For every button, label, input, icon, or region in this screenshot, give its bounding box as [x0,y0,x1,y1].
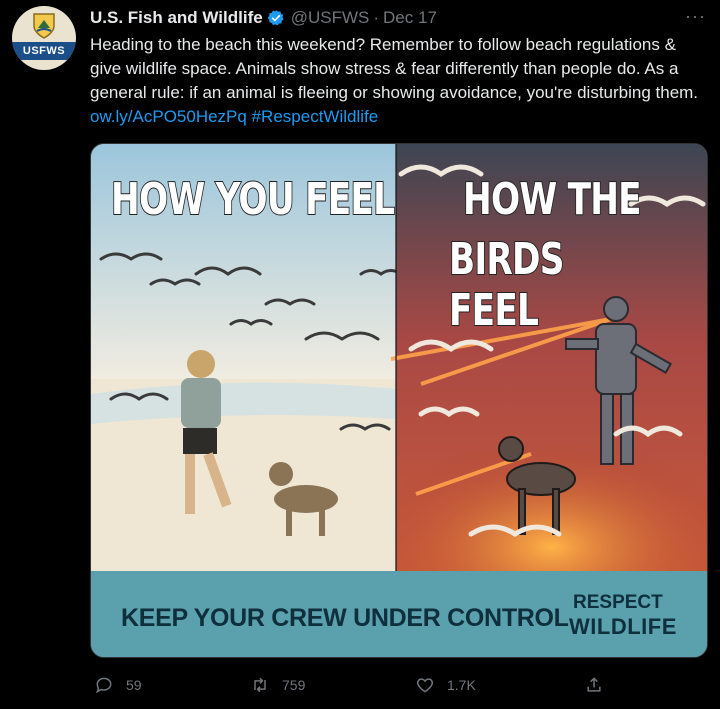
image-footer-text: KEEP YOUR CREW UNDER CONTROL [121,604,569,632]
avatar-label: USFWS [12,42,76,60]
share-icon [587,677,601,692]
tweet-link[interactable]: ow.ly/AcPO50HezPq [90,107,247,126]
retweet-icon [254,677,266,693]
usfws-shield-icon [33,13,55,39]
like-action[interactable]: 1.7K [415,670,476,700]
right-headline-line2: BIRDS FEEL [448,233,565,337]
tweet-image[interactable]: HOW YOU FEEL HOW THE BIRDS FEEL KEEP YOU… [90,143,708,658]
tweet-header: U.S. Fish and Wildlife @USFWS · Dec 17 ·… [90,6,706,30]
left-headline: HOW YOU FEEL [110,173,396,226]
brand-line2: WILDLIFE [569,614,677,639]
tweet-hashtag[interactable]: #RespectWildlife [252,107,379,126]
right-headline-line1: HOW THE [462,173,642,226]
avatar[interactable]: USFWS [12,6,76,70]
reply-count: 59 [126,677,142,693]
share-action[interactable] [584,670,604,700]
retweet-action[interactable]: 759 [250,670,305,700]
tweet-body: Heading to the beach this weekend? Remem… [90,35,699,102]
brand-line1: RESPECT [573,592,663,613]
tweet-text: Heading to the beach this weekend? Remem… [90,33,710,129]
tweet-date[interactable]: Dec 17 [383,8,437,28]
account-handle[interactable]: @USFWS [291,8,370,28]
reply-action[interactable]: 59 [94,670,142,700]
more-icon[interactable]: ··· [685,6,706,27]
like-icon [416,678,434,693]
reply-icon [95,677,112,694]
tweet-actions: 59 759 1.7K [90,670,706,700]
like-count: 1.7K [447,677,476,693]
retweet-count: 759 [282,677,306,693]
separator-dot: · [373,8,380,27]
verified-badge-icon [267,10,284,26]
account-name[interactable]: U.S. Fish and Wildlife [90,8,263,28]
